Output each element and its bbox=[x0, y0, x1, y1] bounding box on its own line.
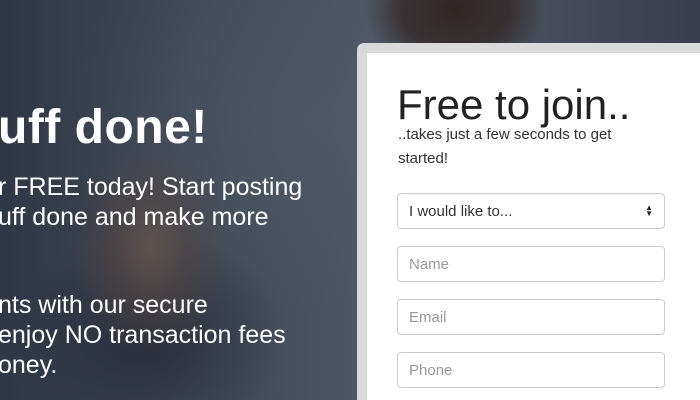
hero-paragraph-2-line-3: oney. bbox=[0, 351, 58, 379]
signup-panel: Free to join.. ..takes just a few second… bbox=[357, 43, 700, 400]
hero-paragraph-2: nts with our secure enjoy NO transaction… bbox=[0, 290, 286, 380]
name-input[interactable] bbox=[397, 246, 665, 282]
signup-subtitle: ..takes just a few seconds to get starte… bbox=[398, 126, 612, 167]
email-input[interactable] bbox=[397, 299, 665, 335]
signup-title: Free to join.. bbox=[397, 81, 631, 128]
hero-headline: uff done! bbox=[0, 101, 208, 154]
phone-input[interactable] bbox=[397, 352, 665, 388]
signup-form: Free to join.. ..takes just a few second… bbox=[367, 53, 700, 400]
hero-paragraph-2-line-1: nts with our secure bbox=[0, 291, 208, 319]
hero-paragraph-1-line-2: uff done and make more bbox=[0, 203, 269, 231]
role-select[interactable]: I would like to... ▲ ▼ bbox=[397, 193, 665, 229]
chevron-updown-icon: ▲ ▼ bbox=[645, 203, 653, 218]
role-select-value: I would like to... bbox=[409, 202, 513, 220]
hero-paragraph-1: r FREE today! Start posting uff done and… bbox=[0, 172, 302, 232]
hero-paragraph-2-line-2: enjoy NO transaction fees bbox=[0, 321, 286, 349]
hero-paragraph-1-line-1: r FREE today! Start posting bbox=[0, 173, 303, 201]
